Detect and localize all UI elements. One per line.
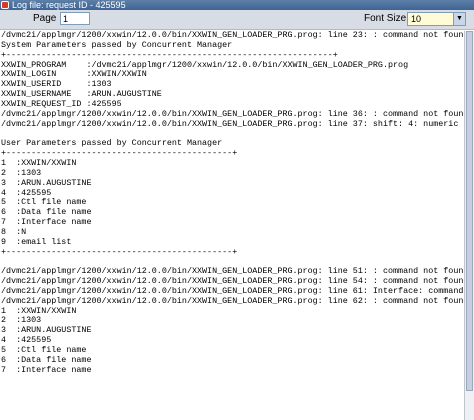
log-line: /dvmc2i/applmgr/1200/xxwin/12.0.0/bin/XX… xyxy=(1,31,464,40)
log-content: /dvmc2i/applmgr/1200/xxwin/12.0.0/bin/XX… xyxy=(0,31,464,420)
oracle-app-icon xyxy=(1,1,9,9)
window-title: Log file: request ID - 425595 xyxy=(12,0,126,10)
font-size-label: Font Size xyxy=(364,13,407,24)
log-line: 6 :Data file name xyxy=(1,354,92,365)
log-line: /dvmc2i/applmgr/1200/xxwin/12.0.0/bin/XX… xyxy=(1,295,464,306)
log-line: 5 :Ctl file name xyxy=(1,345,87,355)
log-line: 9 :email list xyxy=(1,236,72,247)
log-line: User Parameters passed by Concurrent Man… xyxy=(1,138,223,149)
log-line: /dvmc2i/applmgr/1200/xxwin/12.0.0/bin/XX… xyxy=(1,118,459,129)
log-line: XXWIN_LOGIN :XXWIN/XXWIN xyxy=(1,69,147,80)
page-label: Page xyxy=(33,13,57,24)
log-line: 7 :Interface name xyxy=(1,364,92,375)
page-input[interactable] xyxy=(60,12,90,25)
log-text: /dvmc2i/applmgr/1200/xxwin/12.0.0/bin/XX… xyxy=(0,31,464,376)
log-line: System Parameters passed by Concurrent M… xyxy=(1,39,233,50)
log-line: 6 :Data file name xyxy=(1,207,92,218)
log-line: 4 :425595 xyxy=(1,335,52,346)
vertical-scrollbar[interactable] xyxy=(464,31,474,420)
log-line: 2 :1303 xyxy=(1,167,42,178)
log-line: 3 :ARUN.AUGUSTINE xyxy=(1,177,92,188)
log-line: +---------------------------------------… xyxy=(1,246,238,257)
log-line: /dvmc2i/applmgr/1200/xxwin/12.0.0/bin/XX… xyxy=(1,266,464,277)
log-line: 7 :Interface name xyxy=(1,217,92,228)
log-line: 3 :ARUN.AUGUSTINE xyxy=(1,325,92,336)
window-titlebar: Log file: request ID - 425595 xyxy=(0,0,474,10)
log-line: 4 :425595 xyxy=(1,187,52,198)
font-size-value: 10 xyxy=(411,14,422,24)
scrollbar-thumb[interactable] xyxy=(466,31,473,391)
font-size-select[interactable]: 10 ▼ xyxy=(407,12,466,26)
log-line: 5 :Ctl file name xyxy=(1,197,87,208)
log-line: +---------------------------------------… xyxy=(1,49,338,60)
log-line: 1 :XXWIN/XXWIN xyxy=(1,305,77,316)
log-line: +---------------------------------------… xyxy=(1,148,238,159)
log-line: XXWIN_USERNAME :ARUN.AUGUSTINE xyxy=(1,89,162,100)
log-line: 2 :1303 xyxy=(1,315,42,326)
log-line: XXWIN_PROGRAM :/dvmc2i/applmgr/1200/xxwi… xyxy=(1,59,409,70)
log-line: /dvmc2i/applmgr/1200/xxwin/12.0.0/bin/XX… xyxy=(1,276,464,287)
log-line: XXWIN_REQUEST_ID :425595 xyxy=(1,98,122,109)
toolbar: Page Font Size 10 ▼ xyxy=(0,10,474,30)
log-line: /dvmc2i/applmgr/1200/xxwin/12.0.0/bin/XX… xyxy=(1,285,464,296)
log-line: 1 :XXWIN/XXWIN xyxy=(1,157,77,168)
log-line: XXWIN_USERID :1303 xyxy=(1,79,112,90)
chevron-down-icon[interactable]: ▼ xyxy=(453,13,465,25)
log-line: /dvmc2i/applmgr/1200/xxwin/12.0.0/bin/XX… xyxy=(1,108,464,119)
log-line: 8 :N xyxy=(1,226,27,237)
